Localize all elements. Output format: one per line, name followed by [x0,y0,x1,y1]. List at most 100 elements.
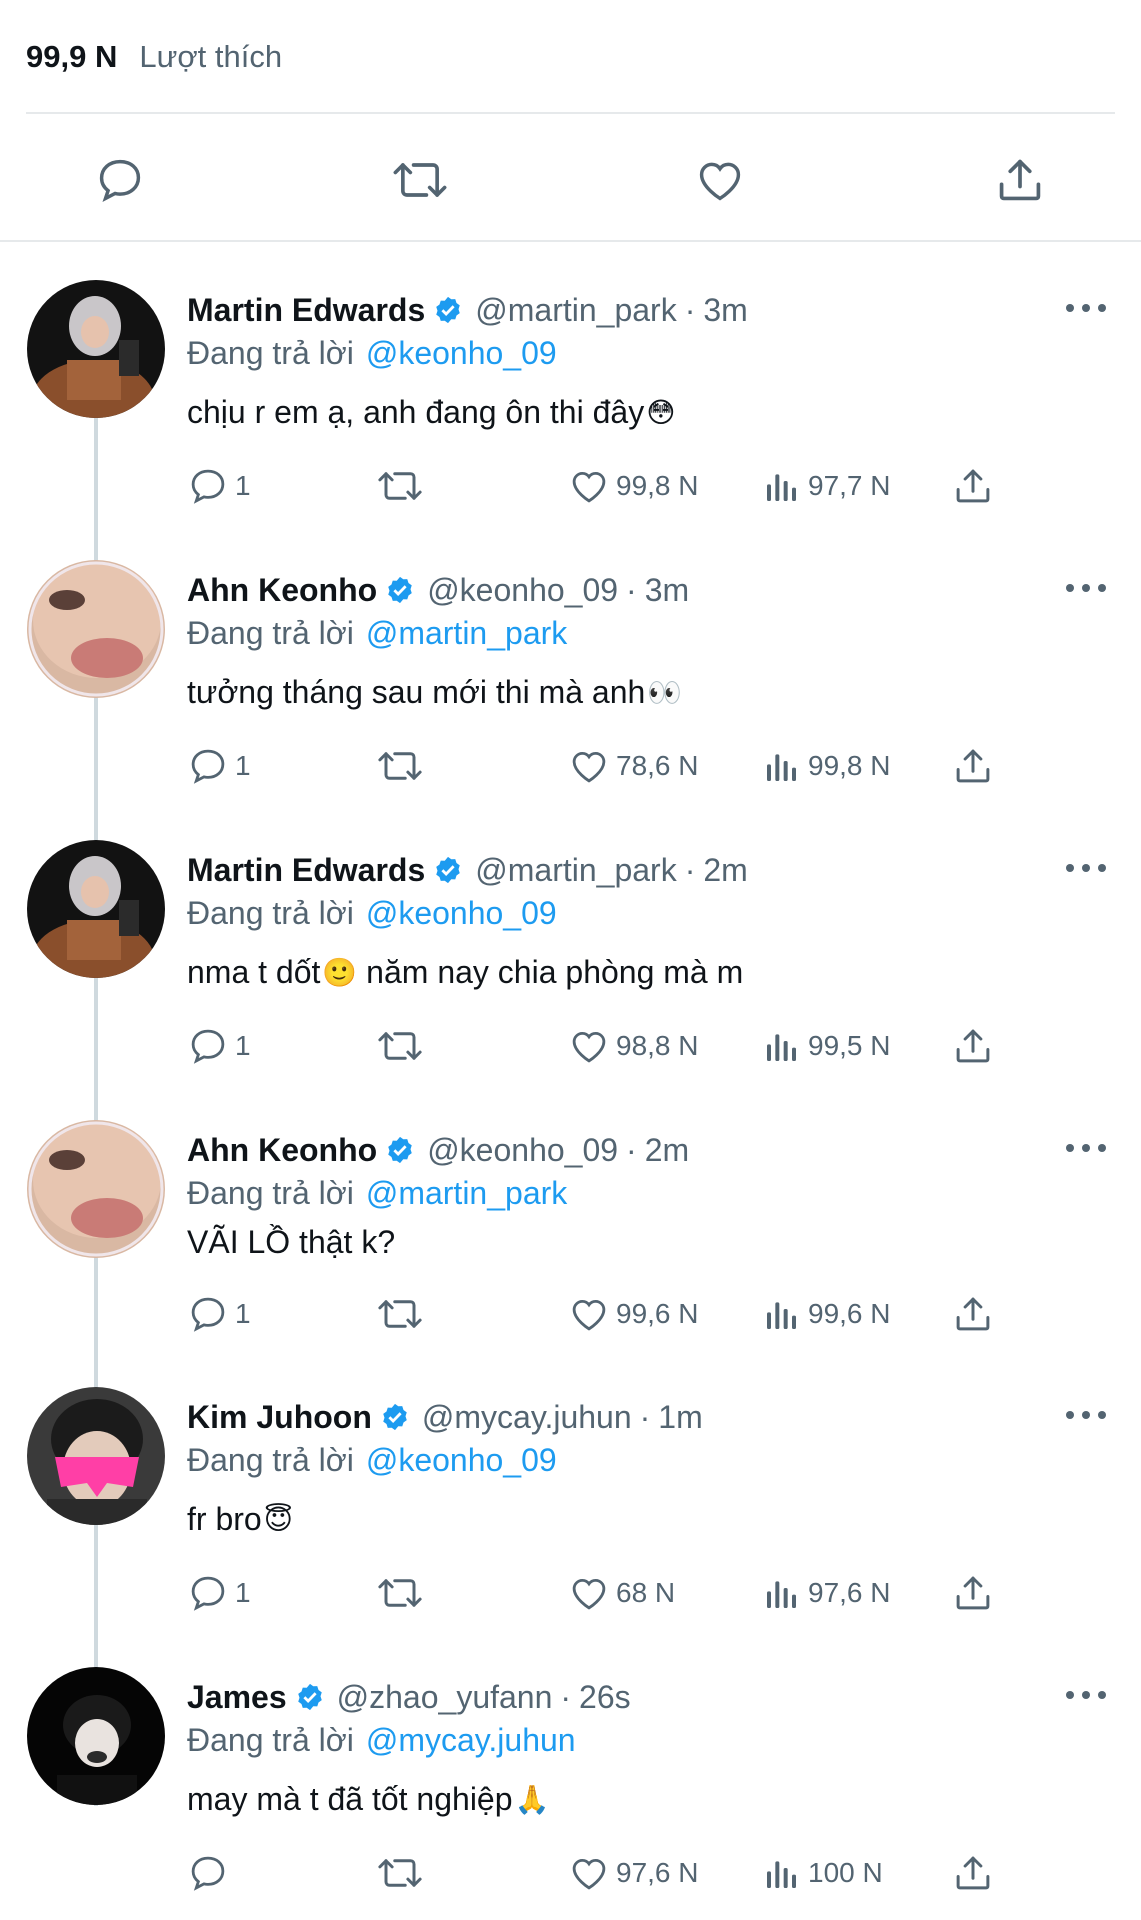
view-count: 99,6 N [808,1298,891,1329]
like-icon [572,1858,606,1890]
reply-icon [191,1576,225,1611]
display-name[interactable]: Martin Edwards [187,292,425,329]
share-button[interactable] [952,458,994,514]
views-button[interactable]: 100 N [762,1845,883,1901]
reply-tweet[interactable]: James @zhao_yufann · 26s Đang trả lời @m… [0,1667,1141,1920]
handle[interactable]: @mycay.juhun [422,1399,632,1436]
reply-target-link[interactable]: @mycay.juhun [366,1722,576,1759]
display-name[interactable]: Kim Juhoon [187,1399,372,1436]
more-options-icon[interactable] [1066,576,1106,600]
views-button[interactable]: 97,6 N [762,1565,891,1621]
reply-tweet[interactable]: Martin Edwards @martin_park · 2m Đang tr… [0,840,1141,1120]
handle[interactable]: @keonho_09 [427,572,618,609]
share-button[interactable] [952,1845,994,1901]
like-count: 99,6 N [616,1298,699,1329]
handle[interactable]: @zhao_yufann [337,1679,553,1716]
reply-icon[interactable] [90,150,150,210]
timestamp[interactable]: 3m [645,572,689,609]
tweet-metrics: 97,6 N 100 N [0,1845,1141,1901]
reply-button[interactable]: 1 [187,1565,251,1621]
retweet-button[interactable] [375,1018,425,1074]
retweet-button[interactable] [375,738,425,794]
retweet-icon[interactable] [390,150,450,210]
like-icon [572,751,606,783]
likes-summary[interactable]: 99,9 N Lượt thích [26,30,282,84]
display-name[interactable]: Martin Edwards [187,852,425,889]
like-button[interactable]: 99,6 N [568,1286,699,1342]
retweet-button[interactable] [375,458,425,514]
avatar[interactable] [27,560,165,698]
more-options-icon[interactable] [1066,1403,1106,1427]
views-button[interactable]: 99,5 N [762,1018,891,1074]
views-button[interactable]: 99,8 N [762,738,891,794]
views-icon [767,1861,796,1888]
reply-prefix: Đang trả lời [187,1441,354,1478]
reply-button[interactable]: 1 [187,738,251,794]
retweet-button[interactable] [375,1565,425,1621]
avatar[interactable] [27,1120,165,1258]
replying-to: Đang trả lời @martin_park [187,1170,567,1216]
handle[interactable]: @martin_park [475,292,676,329]
handle[interactable]: @martin_park [475,852,676,889]
display-name[interactable]: Ahn Keonho [187,572,377,609]
timestamp[interactable]: 2m [703,852,747,889]
share-icon [956,469,990,503]
like-icon[interactable] [690,150,750,210]
tweet-text: fr bro 😇 [187,1495,293,1543]
retweet-icon [378,752,422,780]
like-button[interactable]: 99,8 N [568,458,699,514]
reply-button[interactable]: 1 [187,1018,251,1074]
reply-prefix: Đang trả lời [187,614,354,651]
share-button[interactable] [952,1018,994,1074]
like-button[interactable]: 78,6 N [568,738,699,794]
reply-target-link[interactable]: @keonho_09 [366,895,557,932]
reply-tweet[interactable]: Martin Edwards @martin_park · 3m Đang tr… [0,280,1141,560]
like-button[interactable]: 97,6 N [568,1845,699,1901]
reply-button[interactable]: 1 [187,458,251,514]
reply-button[interactable] [187,1845,235,1901]
timestamp[interactable]: 3m [703,292,747,329]
share-button[interactable] [952,738,994,794]
timestamp[interactable]: 1m [658,1399,702,1436]
more-options-icon[interactable] [1066,1683,1106,1707]
avatar[interactable] [27,1667,165,1805]
views-button[interactable]: 97,7 N [762,458,891,514]
reply-target-link[interactable]: @martin_park [366,615,567,652]
reply-target-link[interactable]: @martin_park [366,1175,567,1212]
reply-tweet[interactable]: Kim Juhoon @mycay.juhun · 1m Đang trả lờ… [0,1387,1141,1667]
avatar[interactable] [27,840,165,978]
like-icon [572,1299,606,1331]
tweet-header: Kim Juhoon @mycay.juhun · 1m [187,1393,703,1441]
more-options-icon[interactable] [1066,296,1106,320]
timestamp[interactable]: 2m [645,1132,689,1169]
retweet-button[interactable] [375,1845,425,1901]
tweet-text-content: VÃI LỒ thật k? [187,1223,396,1260]
separator-dot: · [560,1678,572,1715]
share-icon[interactable] [990,150,1050,210]
handle[interactable]: @keonho_09 [427,1132,618,1169]
views-button[interactable]: 99,6 N [762,1286,891,1342]
reply-icon [191,1029,225,1064]
tweet-metrics: 1 99,6 N 99,6 N [0,1286,1141,1342]
more-options-icon[interactable] [1066,856,1106,880]
replying-to: Đang trả lời @keonho_09 [187,890,557,936]
share-button[interactable] [952,1565,994,1621]
reply-tweet[interactable]: Ahn Keonho @keonho_09 · 2m Đang trả lời … [0,1120,1141,1380]
avatar[interactable] [27,1387,165,1525]
display-name[interactable]: James [187,1679,287,1716]
tweet-text-content: chịu r em ạ, anh đang ôn thi đây [187,393,645,430]
reply-button[interactable]: 1 [187,1286,251,1342]
reply-target-link[interactable]: @keonho_09 [366,1442,557,1479]
display-name[interactable]: Ahn Keonho [187,1132,377,1169]
retweet-button[interactable] [375,1286,425,1342]
timestamp[interactable]: 26s [579,1679,631,1716]
more-options-icon[interactable] [1066,1136,1106,1160]
share-button[interactable] [952,1286,994,1342]
tweet-action-bar [0,130,1141,226]
reply-target-link[interactable]: @keonho_09 [366,335,557,372]
like-button[interactable]: 98,8 N [568,1018,699,1074]
like-button[interactable]: 68 N [568,1565,675,1621]
reply-tweet[interactable]: Ahn Keonho @keonho_09 · 3m Đang trả lời … [0,560,1141,840]
tweet-header: Martin Edwards @martin_park · 3m [187,286,748,334]
avatar[interactable] [27,280,165,418]
